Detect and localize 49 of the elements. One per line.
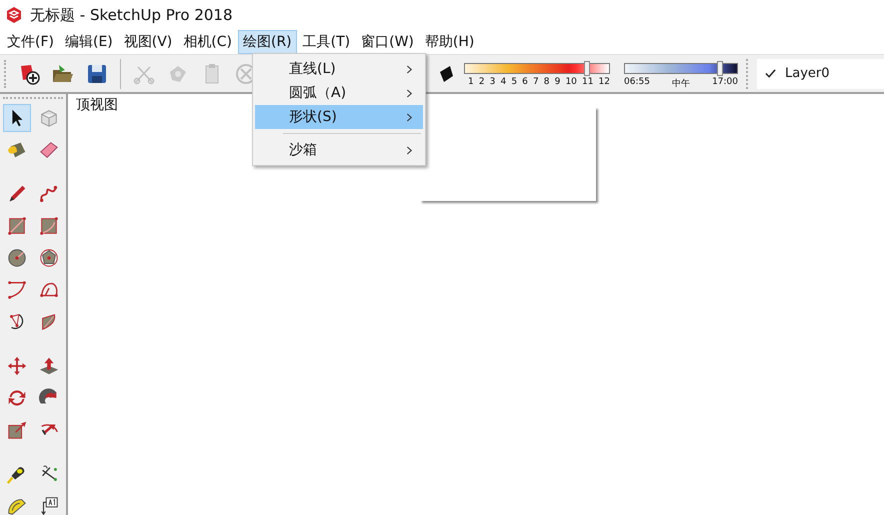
menu-item[interactable]: 编辑(E) bbox=[60, 30, 118, 54]
month-tick-label: 9 bbox=[554, 77, 560, 87]
layer-dropdown[interactable]: Layer0 bbox=[757, 58, 884, 88]
freehand-curve-icon bbox=[38, 183, 60, 205]
menu-item[interactable]: 绘图(R) bbox=[238, 30, 297, 54]
month-tick-label: 3 bbox=[490, 77, 496, 87]
month-tick-label: 5 bbox=[511, 77, 518, 87]
month-tick-label: 4 bbox=[500, 77, 506, 87]
menu-item[interactable]: 视图(V) bbox=[118, 30, 178, 54]
layer-name: Layer0 bbox=[785, 66, 830, 81]
menu-item[interactable]: 相机(C) bbox=[178, 30, 237, 54]
rectangle-icon bbox=[6, 215, 28, 237]
time-tick-label: 中午 bbox=[672, 78, 690, 90]
view-label: 顶视图 bbox=[76, 97, 118, 113]
menu-item[interactable]: 帮助(H) bbox=[420, 30, 480, 54]
time-tick-label: 17:00 bbox=[712, 77, 738, 89]
move-arrows-icon bbox=[6, 355, 28, 377]
menu-item[interactable]: 沙箱 bbox=[255, 138, 423, 162]
menu-item[interactable]: 形状(S) bbox=[255, 105, 423, 129]
app-logo-icon bbox=[4, 5, 24, 25]
menu-item[interactable]: 直线(L) bbox=[255, 57, 423, 81]
menu-item[interactable]: 圆弧（A) bbox=[255, 81, 423, 105]
tool-button[interactable] bbox=[3, 104, 31, 132]
month-tick-label: 7 bbox=[532, 77, 539, 87]
month-tick-label: 6 bbox=[522, 77, 528, 87]
circle-icon bbox=[6, 247, 28, 269]
month-tick-label: 10 bbox=[565, 77, 577, 87]
month-tick-label: 8 bbox=[544, 77, 550, 87]
chevron-right-icon bbox=[406, 88, 413, 98]
month-slider[interactable] bbox=[464, 61, 610, 76]
chevron-right-icon bbox=[406, 146, 413, 154]
rotated-rectangle-icon bbox=[38, 215, 60, 237]
arc-icon bbox=[6, 279, 28, 301]
menu-item[interactable]: 工具(T) bbox=[298, 30, 356, 54]
polygon-icon bbox=[38, 247, 60, 269]
eraser-icon bbox=[38, 139, 60, 161]
window-title: 无标题 - SketchUp Pro 2018 bbox=[30, 6, 232, 24]
time-slider[interactable] bbox=[624, 61, 738, 76]
chevron-right-icon bbox=[406, 112, 413, 122]
scale-icon bbox=[6, 419, 28, 441]
menu-item[interactable]: 窗口(W) bbox=[356, 30, 419, 54]
month-tick-label: 11 bbox=[582, 77, 594, 87]
month-tick-label: 2 bbox=[478, 77, 485, 87]
time-tick-label: 06:55 bbox=[624, 77, 650, 89]
chevron-right-icon bbox=[406, 64, 413, 74]
month-tick-label: 1 bbox=[468, 77, 474, 87]
menu-item[interactable]: 文件(F) bbox=[2, 30, 59, 54]
push-pull-icon bbox=[38, 355, 60, 377]
month-tick-label: 12 bbox=[598, 77, 610, 87]
